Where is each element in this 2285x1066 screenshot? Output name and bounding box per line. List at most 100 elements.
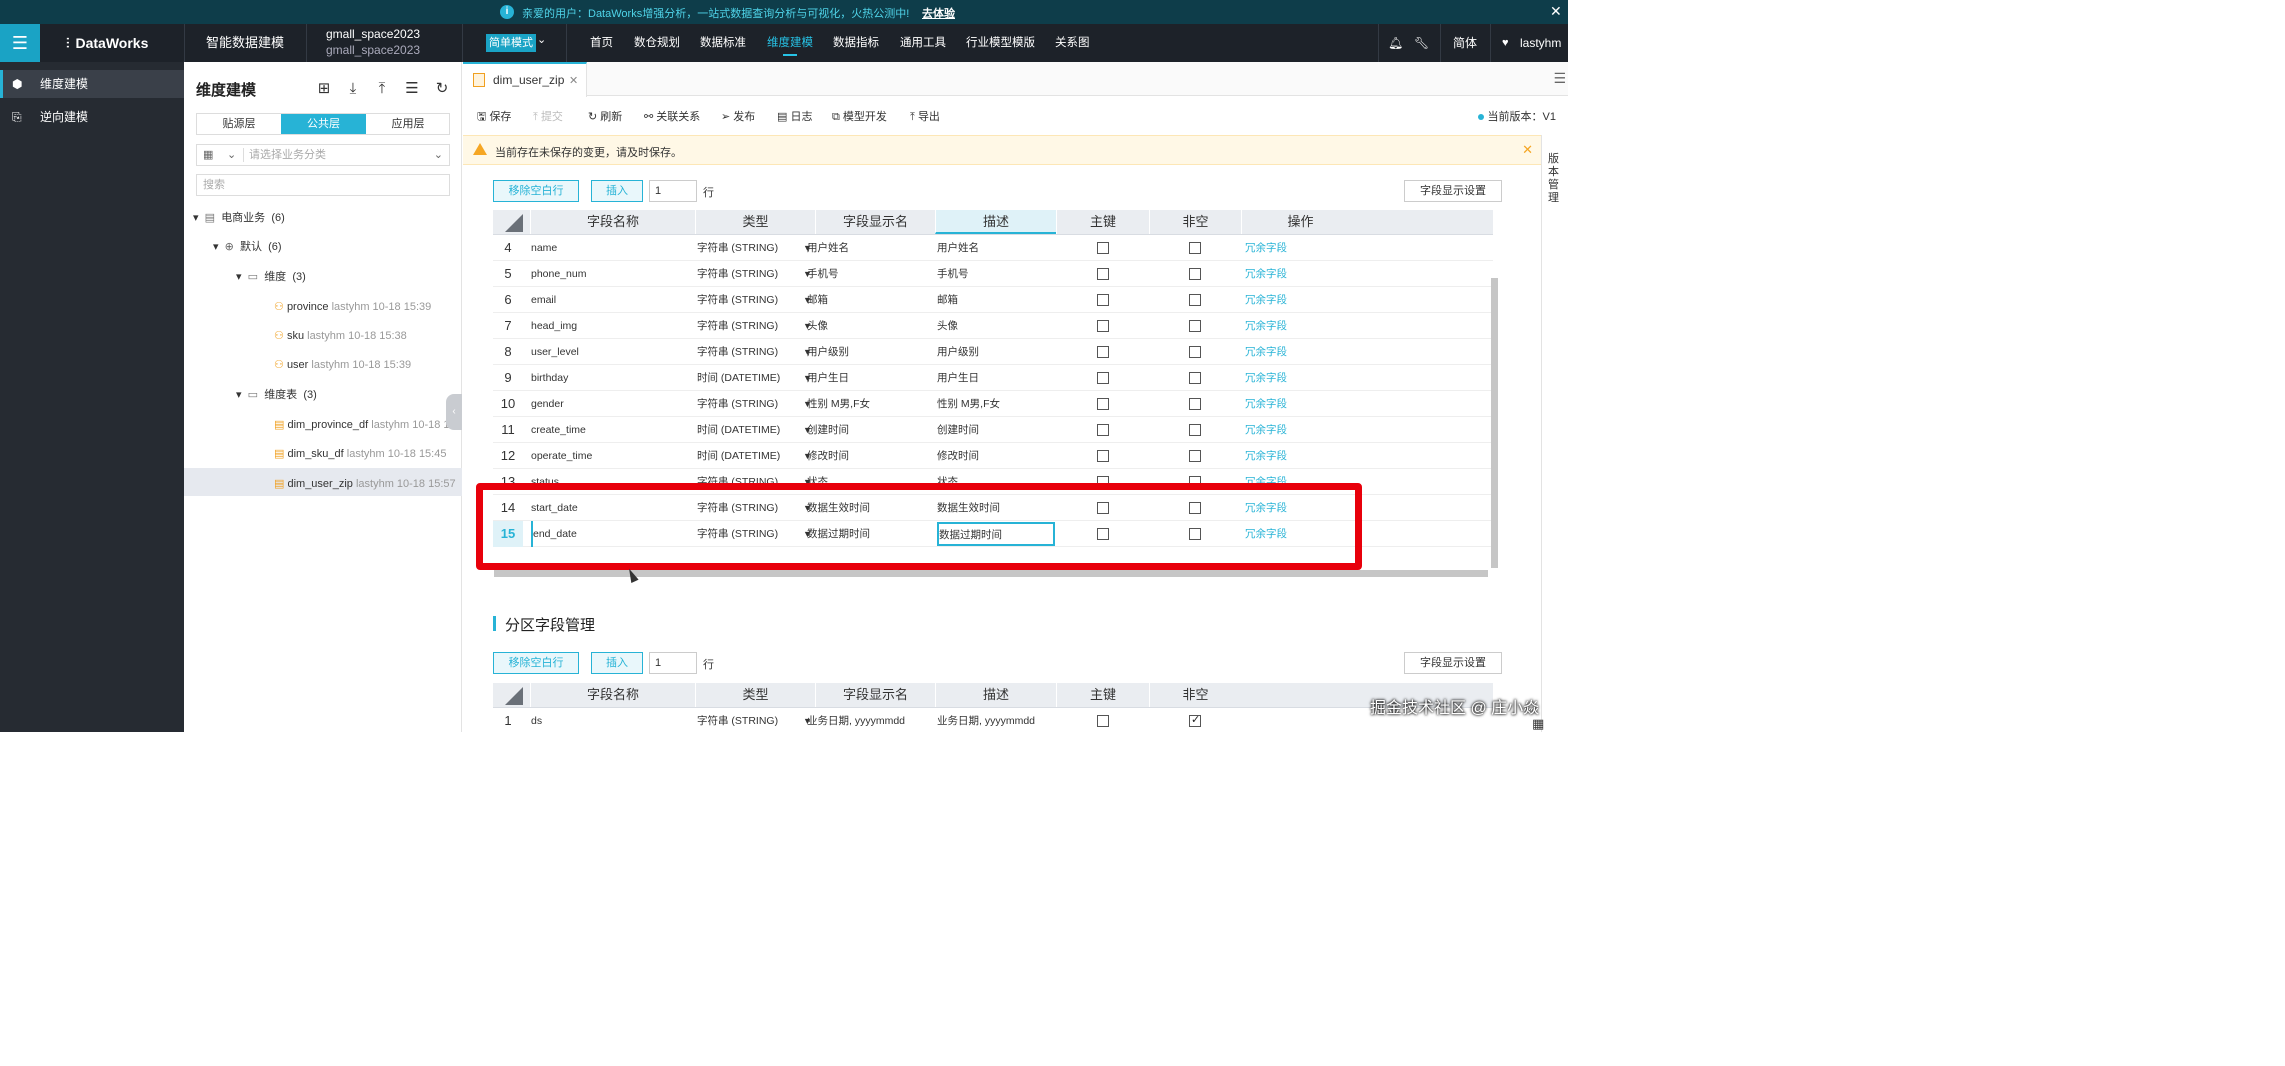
description-cell[interactable]: 邮箱 (937, 287, 1055, 313)
description-cell[interactable]: 业务日期, yyyymmdd (937, 708, 1055, 732)
relation-button[interactable]: ⚯ 关联关系 (644, 108, 700, 124)
tab-common-layer[interactable]: 公共层 (281, 114, 366, 134)
primary-key-checkbox[interactable] (1097, 372, 1109, 384)
list-icon[interactable]: ☰ (403, 80, 421, 98)
table-row[interactable]: 8 user_level 字符串 (STRING) 用户级别 用户级别 ▼ 冗余字段 (493, 339, 1493, 365)
publish-button[interactable]: ➢ 发布 (721, 108, 755, 124)
description-cell[interactable]: 用户生日 (937, 365, 1055, 391)
model-dev-button[interactable]: ⧉ 模型开发 (832, 108, 887, 124)
type-dropdown-arrow-icon[interactable]: ▼ (803, 417, 813, 443)
qr-icon[interactable]: ▦ (1532, 716, 1544, 732)
display-name-cell[interactable]: 用户生日 (807, 365, 925, 391)
nav-home[interactable]: 首页 (590, 24, 613, 62)
col-not-null[interactable]: 非空 (1149, 210, 1241, 234)
user-name[interactable]: lastyhm (1520, 24, 1561, 62)
type-dropdown-arrow-icon[interactable]: ▼ (803, 708, 813, 732)
table-row[interactable]: 7 head_img 字符串 (STRING) 头像 头像 ▼ 冗余字段 (493, 313, 1493, 339)
product-name[interactable]: 智能数据建模 (206, 24, 284, 62)
log-button[interactable]: ▤ 日志 (777, 108, 812, 124)
nav-data-standard[interactable]: 数据标准 (700, 24, 746, 62)
primary-key-checkbox[interactable] (1097, 294, 1109, 306)
nav-common-tools[interactable]: 通用工具 (900, 24, 946, 62)
avatar-icon[interactable]: ♥ (1502, 24, 1509, 62)
partition-remove-empty-button[interactable]: 移除空白行 (493, 652, 579, 674)
close-icon[interactable]: ✕ (569, 74, 578, 87)
not-null-checkbox[interactable] (1189, 713, 1201, 727)
refresh-button[interactable]: ↻ 刷新 (588, 108, 622, 124)
field-name-cell[interactable]: phone_num (531, 261, 693, 287)
display-name-cell[interactable]: 头像 (807, 313, 925, 339)
mode-dropdown[interactable]: 简单模式 (486, 34, 536, 52)
primary-key-checkbox[interactable] (1097, 242, 1109, 254)
type-dropdown-arrow-icon[interactable]: ▼ (803, 443, 813, 469)
col-display-name[interactable]: 字段显示名 (815, 683, 935, 707)
not-null-checkbox[interactable] (1189, 294, 1201, 306)
redundant-field-link[interactable]: 冗余字段 (1245, 235, 1355, 261)
redundant-field-link[interactable]: 冗余字段 (1245, 417, 1355, 443)
nav-warehouse-planning[interactable]: 数仓规划 (634, 24, 680, 62)
col-type[interactable]: 类型 (695, 210, 815, 234)
primary-key-checkbox[interactable] (1097, 424, 1109, 436)
table-row[interactable]: 1 ds 字符串 (STRING) 业务日期, yyyymmdd 业务日期, yyyym… (493, 708, 1493, 732)
partition-insert-count-input[interactable]: 1 (649, 652, 697, 674)
display-name-cell[interactable]: 邮箱 (807, 287, 925, 313)
horizontal-scrollbar[interactable] (494, 570, 1488, 577)
col-description[interactable]: 描述 (935, 683, 1056, 707)
redundant-field-link[interactable]: 冗余字段 (1245, 443, 1355, 469)
menu-icon[interactable]: ☰ (0, 24, 40, 62)
chevron-down-icon[interactable]: ⌄ (537, 33, 546, 46)
tree-node-dimension-table[interactable]: ▾ ▭ 维度表 (3) (236, 387, 317, 403)
search-input[interactable]: 搜索 (196, 174, 450, 196)
primary-key-checkbox[interactable] (1097, 346, 1109, 358)
not-null-checkbox[interactable] (1189, 398, 1201, 410)
select-all-corner[interactable] (505, 214, 523, 232)
partition-field-settings-button[interactable]: 字段显示设置 (1404, 652, 1502, 674)
type-dropdown-arrow-icon[interactable]: ▼ (803, 313, 813, 339)
redundant-field-link[interactable]: 冗余字段 (1245, 313, 1355, 339)
primary-key-checkbox[interactable] (1097, 320, 1109, 332)
field-display-settings-button[interactable]: 字段显示设置 (1404, 180, 1502, 202)
field-name-cell[interactable]: birthday (531, 365, 693, 391)
table-row[interactable]: 4 name 字符串 (STRING) 用户姓名 用户姓名 ▼ 冗余字段 (493, 235, 1493, 261)
display-name-cell[interactable]: 手机号 (807, 261, 925, 287)
submit-button[interactable]: ⤒ 提交 (533, 108, 563, 124)
banner-link[interactable]: 去体验 (922, 5, 955, 21)
import-icon[interactable]: ⤓ (344, 80, 362, 98)
tree-node-dim-user-zip[interactable]: ▤ dim_user_zip lastyhm 10-18 15:57 (274, 476, 456, 492)
display-name-cell[interactable]: 创建时间 (807, 417, 925, 443)
type-cell[interactable]: 时间 (DATETIME) (697, 443, 797, 469)
field-name-cell[interactable]: ds (531, 708, 693, 732)
tree-node-dim-province-df[interactable]: ▤ dim_province_df lastyhm 10-18 16: (274, 417, 462, 433)
tree-node-dim-sku-df[interactable]: ▤ dim_sku_df lastyhm 10-18 15:45 (274, 446, 446, 462)
col-primary-key[interactable]: 主键 (1056, 683, 1149, 707)
wrench-icon[interactable]: 🔧︎ (1414, 24, 1429, 62)
col-primary-key[interactable]: 主键 (1056, 210, 1149, 234)
col-description[interactable]: 描述 (935, 210, 1056, 234)
display-name-cell[interactable]: 用户级别 (807, 339, 925, 365)
remove-empty-rows-button[interactable]: 移除空白行 (493, 180, 579, 202)
redundant-field-link[interactable]: 冗余字段 (1245, 365, 1355, 391)
description-cell[interactable]: 修改时间 (937, 443, 1055, 469)
close-icon[interactable]: ✕ (1550, 3, 1562, 20)
tree-node-dimension[interactable]: ▾ ▭ 维度 (3) (236, 269, 306, 285)
type-dropdown-arrow-icon[interactable]: ▼ (803, 261, 813, 287)
primary-key-checkbox[interactable] (1097, 715, 1109, 727)
close-icon[interactable]: ✕ (1522, 142, 1533, 158)
col-not-null[interactable]: 非空 (1149, 683, 1241, 707)
nav-industry-templates[interactable]: 行业模型模版 (966, 24, 1035, 62)
type-cell[interactable]: 字符串 (STRING) (697, 708, 797, 732)
display-name-cell[interactable]: 业务日期, yyyymmdd (807, 708, 925, 732)
description-cell[interactable]: 性别 M男,F女 (937, 391, 1055, 417)
more-menu-icon[interactable]: ☰ (1553, 70, 1566, 87)
chevron-down-icon[interactable]: ⌄ (227, 145, 236, 165)
not-null-checkbox[interactable] (1189, 346, 1201, 358)
col-operation[interactable]: 操作 (1241, 210, 1359, 234)
tree-node-user[interactable]: ⚇ user lastyhm 10-18 15:39 (274, 357, 411, 373)
not-null-checkbox[interactable] (1189, 450, 1201, 462)
primary-key-checkbox[interactable] (1097, 268, 1109, 280)
field-name-cell[interactable]: name (531, 235, 693, 261)
description-cell[interactable]: 头像 (937, 313, 1055, 339)
type-dropdown-arrow-icon[interactable]: ▼ (803, 235, 813, 261)
type-cell[interactable]: 字符串 (STRING) (697, 313, 797, 339)
primary-key-checkbox[interactable] (1097, 398, 1109, 410)
